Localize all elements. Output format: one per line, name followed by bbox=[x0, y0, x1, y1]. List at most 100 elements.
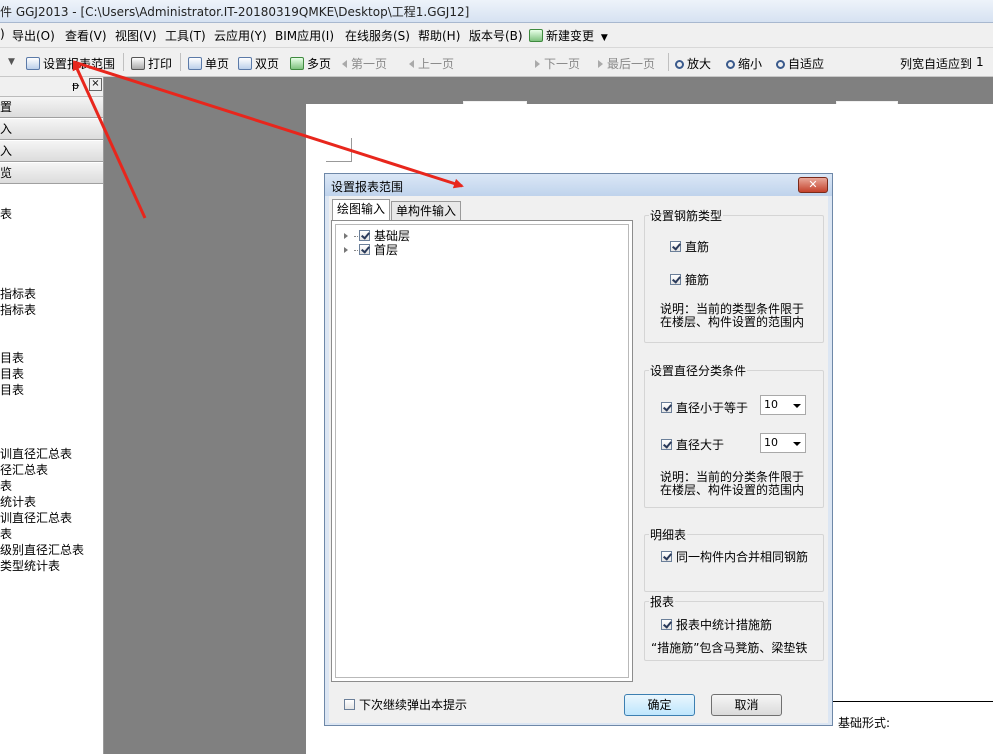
next-page-icon bbox=[535, 60, 540, 68]
list-item[interactable]: 表 bbox=[0, 205, 12, 222]
note-line: 说明：当前的分类条件限于 bbox=[660, 470, 805, 484]
menu-bim[interactable]: BIM应用(I) bbox=[275, 27, 334, 44]
diameter-title: 设置直径分类条件 bbox=[649, 362, 748, 379]
checkbox[interactable] bbox=[661, 551, 672, 562]
ok-button[interactable]: 确定 bbox=[624, 694, 695, 716]
diameter-le-checkbox[interactable]: 直径小于等于 bbox=[661, 399, 748, 416]
set-range-button[interactable]: 设置报表范围 bbox=[26, 55, 115, 72]
close-icon[interactable]: × bbox=[89, 78, 102, 91]
toolbar-separator bbox=[123, 53, 124, 71]
zoom-out-label: 缩小 bbox=[738, 57, 763, 71]
dialog-body: 绘图输入 单构件输入 基础层 首层 设置钢筋类型 直筋 箍筋 说明：当前的类型条… bbox=[329, 196, 828, 723]
panel-section-header[interactable]: 入 bbox=[0, 119, 103, 140]
list-item[interactable]: 级别直径汇总表 bbox=[0, 541, 84, 558]
menu-cut-item: ) bbox=[0, 27, 5, 41]
report-rule bbox=[833, 701, 993, 702]
checkbox[interactable] bbox=[661, 619, 672, 630]
checkbox[interactable] bbox=[670, 274, 681, 285]
list-item[interactable]: 训直径汇总表 bbox=[0, 509, 72, 526]
page-corner-mark bbox=[326, 138, 352, 162]
prev-page-label: 上一页 bbox=[418, 57, 455, 71]
list-item[interactable]: 径汇总表 bbox=[0, 461, 48, 478]
next-page-button[interactable]: 下一页 bbox=[535, 55, 580, 72]
diameter-gt-select[interactable]: 10 bbox=[760, 433, 806, 453]
list-item[interactable]: 表 bbox=[0, 477, 12, 494]
list-item[interactable]: 类型统计表 bbox=[0, 557, 60, 574]
straight-rebar-checkbox[interactable]: 直筋 bbox=[670, 238, 709, 255]
menu-cloud[interactable]: 云应用(Y) bbox=[214, 27, 267, 44]
checkbox-label: 同一构件内合并相同钢筋 bbox=[676, 550, 809, 564]
list-item[interactable]: 目表 bbox=[0, 365, 24, 382]
diameter-note: 说明：当前的分类条件限于 在楼层、构件设置的范围内 bbox=[660, 471, 804, 497]
list-item[interactable]: 表 bbox=[0, 525, 12, 542]
tree-item-label: 首层 bbox=[374, 243, 399, 257]
dialog-title-bar[interactable]: 设置报表范围 ✕ bbox=[325, 174, 832, 196]
fit-label: 自适应 bbox=[788, 57, 825, 71]
menu-display[interactable]: 视图(V) bbox=[115, 27, 157, 44]
zoom-out-button[interactable]: 缩小 bbox=[726, 55, 762, 72]
chevron-down-icon bbox=[793, 442, 801, 446]
multi-page-button[interactable]: 多页 bbox=[290, 55, 331, 72]
expand-icon[interactable] bbox=[344, 247, 348, 253]
menu-new-change[interactable]: 新建变更 ▼ bbox=[529, 27, 608, 44]
panel-section-header[interactable]: 置 bbox=[0, 97, 103, 118]
tab-single-component-input[interactable]: 单构件输入 bbox=[391, 201, 462, 220]
list-item[interactable]: 目表 bbox=[0, 381, 24, 398]
zoom-in-button[interactable]: 放大 bbox=[675, 55, 711, 72]
dialog-close-button[interactable]: ✕ bbox=[798, 177, 828, 193]
menu-view[interactable]: 查看(V) bbox=[65, 27, 107, 44]
cancel-button[interactable]: 取消 bbox=[711, 694, 782, 716]
checkbox[interactable] bbox=[359, 230, 370, 241]
diameter-gt-checkbox[interactable]: 直径大于 bbox=[661, 436, 724, 453]
checkbox[interactable] bbox=[661, 402, 672, 413]
report-range-icon bbox=[26, 57, 40, 70]
tree-connector bbox=[354, 236, 358, 237]
checkbox[interactable] bbox=[344, 699, 355, 710]
col-width-value[interactable]: 1 bbox=[976, 55, 984, 69]
col-width-button[interactable]: 列宽自适应到 bbox=[900, 55, 972, 72]
list-item[interactable]: 训直径汇总表 bbox=[0, 445, 72, 462]
left-panel: ᵽ × 置 入 入 览 表 指标表 指标表 目表 目表 目表 训直径汇总表 径汇… bbox=[0, 77, 104, 754]
menu-help[interactable]: 帮助(H) bbox=[418, 27, 460, 44]
list-item[interactable]: 指标表 bbox=[0, 301, 36, 318]
menu-version[interactable]: 版本号(B) bbox=[469, 27, 523, 44]
panel-section-header[interactable]: 入 bbox=[0, 141, 103, 162]
checkbox[interactable] bbox=[359, 244, 370, 255]
fit-button[interactable]: 自适应 bbox=[776, 55, 824, 72]
tree-item-first-floor[interactable]: 首层 bbox=[344, 241, 398, 258]
pin-icon[interactable]: ᵽ bbox=[72, 79, 79, 92]
window-title: 件 GGJ2013 - [C:\Users\Administrator.IT-2… bbox=[0, 5, 470, 19]
prev-page-button[interactable]: 上一页 bbox=[409, 55, 454, 72]
menu-new-change-label: 新建变更 bbox=[546, 29, 595, 43]
set-report-range-dialog: 设置报表范围 ✕ 绘图输入 单构件输入 基础层 首层 设置钢筋类型 直筋 箍筋 bbox=[324, 173, 833, 726]
single-page-button[interactable]: 单页 bbox=[188, 55, 229, 72]
expand-icon[interactable] bbox=[344, 233, 348, 239]
diameter-le-select[interactable]: 10 bbox=[760, 395, 806, 415]
stirrup-checkbox[interactable]: 箍筋 bbox=[670, 271, 709, 288]
detail-title: 明细表 bbox=[649, 526, 688, 543]
checkbox[interactable] bbox=[670, 241, 681, 252]
measure-rebar-checkbox[interactable]: 报表中统计措施筋 bbox=[661, 616, 772, 633]
close-icon: ✕ bbox=[808, 178, 818, 191]
print-button[interactable]: 打印 bbox=[131, 55, 172, 72]
checkbox[interactable] bbox=[661, 439, 672, 450]
list-item[interactable]: 目表 bbox=[0, 349, 24, 366]
menu-export[interactable]: 导出(O) bbox=[12, 27, 55, 44]
dont-show-again-checkbox[interactable]: 下次继续弹出本提示 bbox=[344, 696, 467, 713]
tab-drawing-input[interactable]: 绘图输入 bbox=[332, 199, 391, 220]
menu-tools[interactable]: 工具(T) bbox=[165, 27, 206, 44]
report-footer-text: 基础形式: bbox=[838, 716, 891, 730]
double-page-icon bbox=[238, 57, 252, 70]
first-page-button[interactable]: 第一页 bbox=[342, 55, 387, 72]
checkbox-label: 直径大于 bbox=[676, 438, 725, 452]
list-item[interactable]: 指标表 bbox=[0, 285, 36, 302]
checkbox-label: 下次继续弹出本提示 bbox=[359, 698, 468, 712]
merge-same-rebar-checkbox[interactable]: 同一构件内合并相同钢筋 bbox=[661, 548, 808, 565]
list-item[interactable]: 统计表 bbox=[0, 493, 36, 510]
toolbar-overflow-icon[interactable]: ▼ bbox=[8, 57, 15, 67]
col-width-label: 列宽自适应到 bbox=[900, 57, 973, 71]
last-page-button[interactable]: 最后一页 bbox=[598, 55, 655, 72]
double-page-button[interactable]: 双页 bbox=[238, 55, 279, 72]
panel-section-header[interactable]: 览 bbox=[0, 163, 103, 184]
menu-online[interactable]: 在线服务(S) bbox=[345, 27, 410, 44]
